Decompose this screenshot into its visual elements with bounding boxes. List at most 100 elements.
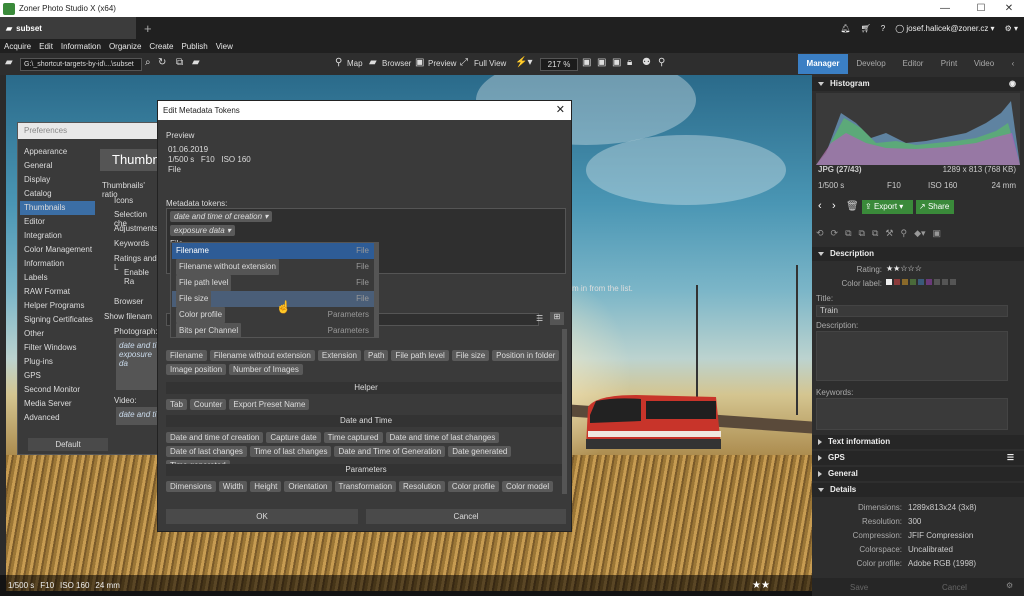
- title-field[interactable]: Train: [816, 305, 1008, 317]
- chip-file-size[interactable]: File size: [451, 350, 490, 361]
- suggestion-item[interactable]: Filename without extension File: [172, 259, 377, 275]
- suggestion-item[interactable]: Color profile Parameters: [172, 307, 377, 323]
- preview-button[interactable]: Preview: [428, 59, 456, 68]
- menu-organize[interactable]: Organize: [109, 42, 141, 51]
- tab-subset[interactable]: ▰ subset: [0, 17, 136, 39]
- pref-item[interactable]: Display: [20, 173, 95, 187]
- pref-item-thumbnails[interactable]: Thumbnails: [20, 201, 95, 215]
- chip-datetime-last-changes[interactable]: Date and time of last changes: [385, 432, 500, 443]
- zoom-fill-icon[interactable]: ▣: [612, 57, 621, 68]
- back-arrow-icon[interactable]: ‹: [818, 200, 822, 212]
- color-label-swatches[interactable]: [886, 279, 956, 285]
- tab-develop[interactable]: Develop: [850, 54, 892, 74]
- details-header[interactable]: Details: [812, 483, 1024, 497]
- chip-time-last-changes[interactable]: Time of last changes: [249, 446, 332, 457]
- comment-icon[interactable]: ▣: [933, 228, 942, 239]
- tab-editor[interactable]: Editor: [894, 54, 932, 74]
- suggestion-item[interactable]: Bits per Channel Parameters: [172, 323, 377, 337]
- general-header[interactable]: General: [812, 467, 1024, 481]
- menu-publish[interactable]: Publish: [181, 42, 207, 51]
- keywords-field[interactable]: [816, 398, 1008, 430]
- folder-icon[interactable]: ▰: [5, 57, 13, 68]
- sync-view-icon[interactable]: ⚲: [658, 57, 665, 68]
- suggestion-item[interactable]: File size File: [172, 291, 377, 307]
- chip-path[interactable]: Path: [364, 350, 389, 361]
- wrench-icon[interactable]: ⚒: [885, 228, 893, 239]
- refresh-icon[interactable]: ↻: [158, 57, 166, 68]
- export-button[interactable]: ⇪ Export ▾: [862, 200, 913, 214]
- chip-dimensions[interactable]: Dimensions: [166, 481, 216, 492]
- fullview-button[interactable]: Full View: [474, 59, 506, 68]
- chip-filename[interactable]: Filename: [166, 350, 207, 361]
- pref-item[interactable]: Editor: [20, 215, 95, 229]
- pref-item[interactable]: General: [20, 159, 95, 173]
- forward-arrow-icon[interactable]: ›: [832, 200, 836, 212]
- pref-item[interactable]: Second Monitor: [20, 383, 95, 397]
- photo-rating-stars[interactable]: ★★: [752, 580, 770, 591]
- video-tokens-box[interactable]: date and ti: [116, 407, 162, 425]
- trash-icon[interactable]: 🗑︎: [846, 201, 859, 212]
- chip-width[interactable]: Width: [218, 481, 248, 492]
- text-information-header[interactable]: Text information: [812, 435, 1024, 449]
- histogram-toggle-icon[interactable]: ◉: [1009, 77, 1016, 91]
- adjustments-checkbox[interactable]: Adjustments: [114, 224, 158, 233]
- pref-item[interactable]: Information: [20, 257, 95, 271]
- chip-color-model[interactable]: Color model: [501, 481, 554, 492]
- tab-print[interactable]: Print: [932, 54, 966, 74]
- pref-item[interactable]: Color Management: [20, 243, 95, 257]
- menu-view[interactable]: View: [216, 42, 233, 51]
- cancel-button[interactable]: Cancel: [942, 583, 967, 592]
- layers-icon[interactable]: ⧉: [872, 228, 878, 239]
- pref-item[interactable]: Media Server: [20, 397, 95, 411]
- rating-stars[interactable]: ★★☆☆☆: [886, 264, 922, 273]
- new-tab-button[interactable]: +: [144, 21, 152, 36]
- token-chip[interactable]: date and time of creation ▾: [170, 211, 273, 222]
- chip-file-path-level[interactable]: File path level: [391, 350, 449, 361]
- tab-manager[interactable]: Manager: [798, 54, 848, 74]
- pref-item[interactable]: Signing Certificates: [20, 313, 95, 327]
- menu-information[interactable]: Information: [61, 42, 101, 51]
- rotate-icon[interactable]: ⟲: [816, 228, 824, 239]
- sync-icon[interactable]: ⧉: [176, 57, 183, 68]
- zoom-fit-icon[interactable]: ▣: [582, 57, 591, 68]
- dropdown-scrollbar[interactable]: [374, 243, 378, 337]
- chip-date-last-changes[interactable]: Date of last changes: [166, 446, 247, 457]
- pref-item[interactable]: RAW Format: [20, 285, 95, 299]
- chip-number-of-images[interactable]: Number of Images: [229, 364, 303, 375]
- pref-item[interactable]: Advanced: [20, 411, 95, 425]
- suggestion-item[interactable]: File path level File: [172, 275, 377, 291]
- chip-counter[interactable]: Counter: [189, 399, 227, 410]
- rotate-right-icon[interactable]: ⟳: [831, 228, 839, 239]
- chip-tab[interactable]: Tab: [166, 399, 187, 410]
- pref-item[interactable]: Catalog: [20, 187, 95, 201]
- chip-date-generated[interactable]: Date generated: [448, 446, 512, 457]
- photograph-tokens-box[interactable]: date and ti exposure da: [116, 338, 162, 390]
- zoom-100-icon[interactable]: ▣: [597, 57, 606, 68]
- pref-item[interactable]: Labels: [20, 271, 95, 285]
- flash-icon[interactable]: ⚡▾: [515, 57, 532, 68]
- search-icon[interactable]: ⌕: [145, 57, 151, 68]
- chip-capture-date[interactable]: Capture date: [266, 432, 321, 443]
- pref-item[interactable]: Appearance: [20, 145, 95, 159]
- dialog-close-icon[interactable]: ✕: [556, 103, 565, 116]
- chip-orientation[interactable]: Orientation: [284, 481, 332, 492]
- menu-create[interactable]: Create: [149, 42, 173, 51]
- sidebar-expand-icon[interactable]: ‹: [1006, 54, 1020, 74]
- pref-item[interactable]: Other: [20, 327, 95, 341]
- chip-datetime[interactable]: Date and time of creation: [166, 432, 264, 443]
- pref-item[interactable]: GPS: [20, 369, 95, 383]
- chip-height[interactable]: Height: [250, 481, 282, 492]
- cart-icon[interactable]: 🛒︎: [861, 24, 871, 33]
- lock-icon[interactable]: 🔒︎: [627, 57, 632, 68]
- save-button[interactable]: Save: [850, 583, 868, 592]
- maximize-button[interactable]: ☐: [966, 0, 996, 17]
- chip-resolution[interactable]: Resolution: [399, 481, 445, 492]
- default-button[interactable]: Default: [28, 438, 108, 451]
- tag-icon[interactable]: ◆▾: [914, 228, 925, 239]
- browser-button[interactable]: Browser: [382, 59, 411, 68]
- suggestion-item[interactable]: Filename File: [172, 243, 377, 259]
- user-menu[interactable]: ◯ josef.halicek@zoner.cz ▾: [895, 24, 994, 33]
- dialog-cancel-button[interactable]: Cancel: [366, 509, 566, 524]
- menu-icon[interactable]: ☰: [1007, 451, 1014, 465]
- settings-gear-icon[interactable]: ⚙ ▾: [1005, 24, 1018, 33]
